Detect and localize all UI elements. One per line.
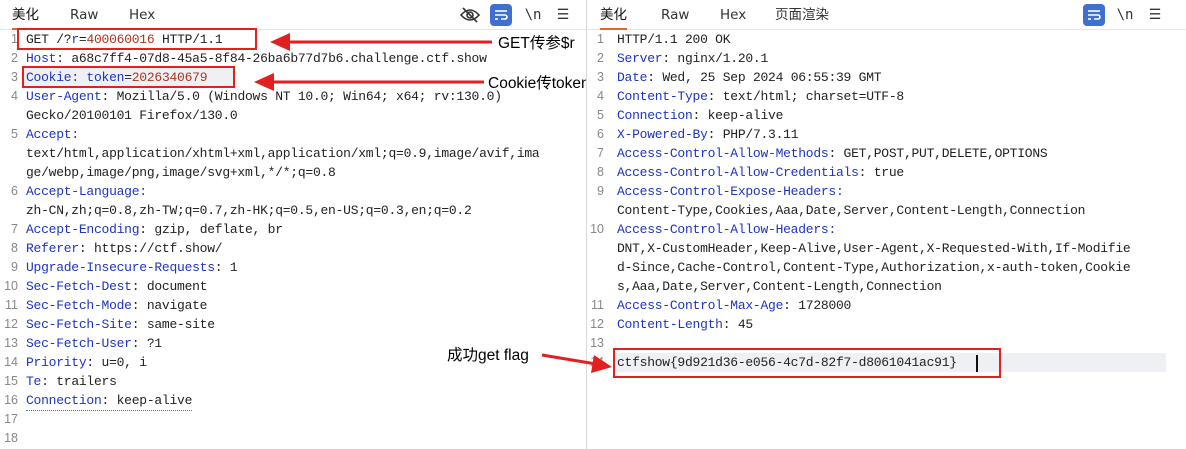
wrap-icon[interactable] — [1083, 4, 1105, 26]
header-accept-val-cont: ge/webp,image/png,image/svg+xml,*/*;q=0.… — [26, 165, 336, 180]
newline-icon[interactable]: \n — [522, 4, 544, 26]
header-acah-val: DNT,X-CustomHeader,Keep-Alive,User-Agent… — [617, 241, 1131, 256]
header-user-agent-cont: Gecko/20100101 Firefox/130.0 — [26, 108, 238, 123]
header-x-powered-by: X-Powered-By: PHP/7.3.11 — [617, 127, 799, 142]
tab-render[interactable]: 页面渲染 — [775, 0, 829, 30]
response-tabbar: 美化 Raw Hex 页面渲染 \n ☰ — [588, 0, 1186, 30]
header-date: Date: Wed, 25 Sep 2024 06:55:39 GMT — [617, 70, 882, 85]
response-body-flag: ctfshow{9d921d36-e056-4c7d-82f7-d8061041… — [617, 355, 957, 370]
header-te: Te: trailers — [26, 374, 117, 389]
status-line: HTTP/1.1 200 OK — [617, 32, 731, 47]
header-sec-fetch-site: Sec-Fetch-Site: same-site — [26, 317, 215, 332]
wrap-icon[interactable] — [490, 4, 512, 26]
tab-pretty[interactable]: 美化 — [12, 0, 39, 30]
header-acah-val-3: s,Aaa,Date,Server,Content-Length,Connect… — [617, 279, 942, 294]
menu-icon[interactable]: ☰ — [552, 4, 574, 26]
header-connection: Connection: keep-alive — [0, 391, 586, 411]
eye-off-icon[interactable] — [459, 4, 481, 26]
header-accept-val: text/html,application/xhtml+xml,applicat… — [26, 146, 540, 161]
header-aceh: Access-Control-Expose-Headers: — [617, 184, 844, 199]
header-upgrade-insecure: Upgrade-Insecure-Requests: 1 — [26, 260, 238, 275]
header-accept-language-val: zh-CN,zh;q=0.8,zh-TW;q=0.7,zh-HK;q=0.5,e… — [26, 203, 472, 218]
header-connection: Connection: keep-alive — [617, 108, 784, 123]
cookie-annotation: Cookie传token — [488, 75, 587, 92]
newline-icon[interactable]: \n — [1114, 4, 1136, 26]
header-content-type: Content-Type: text/html; charset=UTF-8 — [617, 89, 904, 104]
response-editor[interactable]: 1 2 3 4 5 6 7 8 9 10 11 12 13 14 HTTP/1.… — [588, 30, 1186, 449]
header-sec-fetch-dest: Sec-Fetch-Dest: document — [26, 279, 208, 294]
line-number: 17 — [4, 412, 18, 426]
header-sec-fetch-mode: Sec-Fetch-Mode: navigate — [26, 298, 208, 313]
header-referer: Referer: https://ctf.show/ — [26, 241, 223, 256]
header-aceh-val: Content-Type,Cookies,Aaa,Date,Server,Con… — [617, 203, 1086, 218]
header-accept-language: Accept-Language: — [26, 184, 147, 199]
tab-raw[interactable]: Raw — [661, 0, 689, 30]
header-server: Server: nginx/1.20.1 — [617, 51, 769, 66]
text-cursor — [976, 355, 978, 372]
menu-icon[interactable]: ☰ — [1144, 4, 1166, 26]
header-accept: Accept: — [26, 127, 79, 142]
header-acam: Access-Control-Allow-Methods: GET,POST,P… — [617, 146, 1048, 161]
line-number: 18 — [4, 431, 18, 445]
header-accept-encoding: Accept-Encoding: gzip, deflate, br — [26, 222, 283, 237]
header-acah-val-2: d-Since,Cache-Control,Content-Type,Autho… — [617, 260, 1131, 275]
request-tabbar: 美化 Raw Hex \n ☰ — [0, 0, 586, 30]
line-number: 13 — [590, 336, 604, 350]
request-pane: 美化 Raw Hex \n ☰ 1 2 3 4 5 6 7 8 9 10 11 … — [0, 0, 587, 449]
tab-pretty[interactable]: 美化 — [600, 0, 627, 30]
tab-hex[interactable]: Hex — [720, 0, 746, 30]
tab-hex[interactable]: Hex — [129, 0, 155, 30]
header-acah: Access-Control-Allow-Headers: — [617, 222, 836, 237]
header-content-length: Content-Length: 45 — [617, 317, 753, 332]
tab-raw[interactable]: Raw — [70, 0, 98, 30]
header-acma: Access-Control-Max-Age: 1728000 — [617, 298, 852, 313]
get-param-annotation: GET传参$r — [498, 35, 575, 52]
response-pane: 美化 Raw Hex 页面渲染 \n ☰ 1 2 3 4 5 6 7 8 9 1… — [588, 0, 1186, 449]
flag-annotation: 成功get flag — [447, 347, 529, 364]
header-acac: Access-Control-Allow-Credentials: true — [617, 165, 904, 180]
